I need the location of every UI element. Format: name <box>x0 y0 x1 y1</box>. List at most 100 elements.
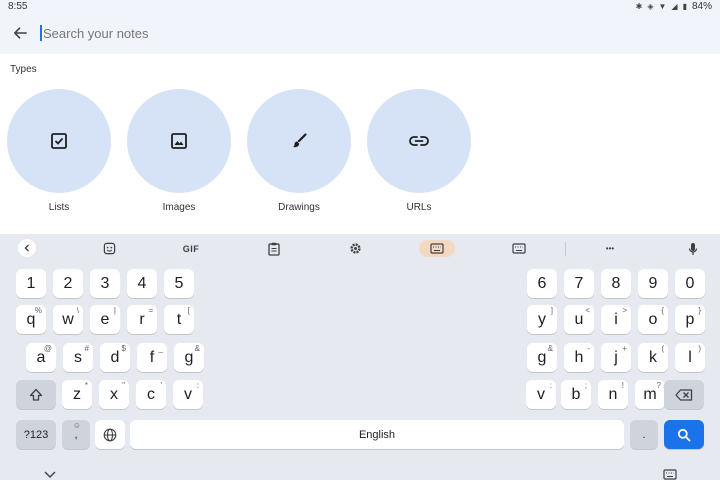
hide-keyboard-icon[interactable] <box>44 471 56 478</box>
collapse-toolbar-button[interactable] <box>18 239 36 257</box>
key-6[interactable]: 6 <box>527 269 557 298</box>
key-z[interactable]: z * <box>62 380 92 409</box>
key-8[interactable]: 8 <box>601 269 631 298</box>
comma-key[interactable]: , ☺ <box>62 420 90 449</box>
period-key[interactable]: . <box>630 420 658 449</box>
key-secondary-label: | <box>113 306 116 315</box>
key-label: r <box>139 310 145 328</box>
key-h[interactable]: h- <box>564 343 594 372</box>
key-label: English <box>358 428 396 441</box>
keyboard-mode-icon <box>512 243 526 254</box>
key-c[interactable]: c ' <box>136 380 166 409</box>
key-w[interactable]: w \ <box>53 305 83 334</box>
key-0[interactable]: 0 <box>675 269 705 298</box>
key-secondary-label: [ <box>187 306 190 315</box>
key-g-right[interactable]: g & <box>527 343 557 372</box>
key-7[interactable]: 7 <box>564 269 594 298</box>
key-q[interactable]: q% <box>16 305 46 334</box>
key-x[interactable]: x " <box>99 380 129 409</box>
key-label: 6 <box>537 274 547 292</box>
key-secondary-label: ) <box>698 344 701 353</box>
floating-keyboard-button[interactable] <box>419 240 455 257</box>
key-t[interactable]: t[ <box>164 305 194 334</box>
more-button[interactable]: ••• <box>600 240 620 257</box>
keyboard-toolbar: GIF ••• <box>0 234 720 262</box>
key-v-right[interactable]: v: <box>526 380 556 409</box>
shift-key[interactable] <box>16 380 56 409</box>
space-key[interactable]: English <box>130 420 624 449</box>
language-key[interactable] <box>95 420 125 449</box>
key-secondary-label: \ <box>76 306 79 315</box>
key-9[interactable]: 9 <box>638 269 668 298</box>
key-m[interactable]: m? <box>635 380 665 409</box>
gif-button[interactable]: GIF <box>180 240 202 257</box>
key-secondary-label: $ <box>121 344 126 353</box>
key-b[interactable]: b; <box>561 380 591 409</box>
wifi-icon: ▼ <box>658 1 667 11</box>
soft-keyboard: GIF ••• 1 2 3 4 5 6 7 8 9 0 q% w \ e | r = t[y] u < i > o{p} a @… <box>0 234 720 480</box>
key-label: 1 <box>26 274 36 292</box>
key-l[interactable]: l) <box>675 343 705 372</box>
search-action-key[interactable] <box>664 420 704 449</box>
key-d[interactable]: d $ <box>100 343 130 372</box>
arrow-back-icon <box>13 27 27 39</box>
key-e[interactable]: e | <box>90 305 120 334</box>
key-label: 4 <box>137 274 147 292</box>
key-3[interactable]: 3 <box>90 269 120 298</box>
key-secondary-label: ( <box>661 344 664 353</box>
split-keyboard-button[interactable] <box>510 240 528 257</box>
voice-input-button[interactable] <box>684 240 702 257</box>
settings-button[interactable] <box>346 240 364 257</box>
type-images-chip <box>127 89 231 193</box>
symbols-key[interactable]: ?123 <box>16 420 56 449</box>
type-lists[interactable]: Lists <box>6 89 112 213</box>
key-s[interactable]: s # <box>63 343 93 372</box>
type-drawings[interactable]: Drawings <box>246 89 352 213</box>
key-f[interactable]: f _ <box>137 343 167 372</box>
type-urls[interactable]: URLs <box>366 89 472 213</box>
key-p[interactable]: p} <box>675 305 705 334</box>
type-images-label: Images <box>162 202 196 213</box>
battery-level: 84% <box>691 0 712 12</box>
key-label: d <box>110 348 120 366</box>
key-g[interactable]: g & <box>174 343 204 372</box>
signal-icon: ◢ <box>671 1 678 11</box>
key-2[interactable]: 2 <box>53 269 83 298</box>
key-label: l <box>688 348 692 366</box>
key-r[interactable]: r = <box>127 305 157 334</box>
key-u[interactable]: u < <box>564 305 594 334</box>
key-v[interactable]: v: <box>173 380 203 409</box>
brush-icon <box>293 133 307 148</box>
key-n[interactable]: n! <box>598 380 628 409</box>
key-secondary-label: ? <box>656 381 661 390</box>
search-input[interactable] <box>43 25 443 41</box>
key-label: v <box>184 385 192 403</box>
key-secondary-label: < <box>585 306 590 315</box>
key-a[interactable]: a @ <box>26 343 56 372</box>
sticker-button[interactable] <box>100 240 118 257</box>
clipboard-button[interactable] <box>265 240 283 257</box>
key-5[interactable]: 5 <box>164 269 194 298</box>
key-i[interactable]: i > <box>601 305 631 334</box>
gear-icon <box>349 243 361 254</box>
keyboard-icon <box>430 243 444 254</box>
type-lists-chip <box>7 89 111 193</box>
key-secondary-label: & <box>194 344 200 353</box>
type-drawings-label: Drawings <box>278 202 320 213</box>
key-o[interactable]: o{ <box>638 305 668 334</box>
back-button[interactable] <box>0 12 40 54</box>
bluetooth-icon: ✱ <box>635 1 643 11</box>
keyboard-switch-icon[interactable] <box>663 469 677 480</box>
type-images[interactable]: Images <box>126 89 232 213</box>
key-secondary-label: : <box>196 381 199 390</box>
key-y[interactable]: y] <box>527 305 557 334</box>
backspace-key[interactable] <box>664 380 704 409</box>
key-label: f <box>149 348 155 366</box>
key-label: e <box>100 310 110 328</box>
key-k[interactable]: k( <box>638 343 668 372</box>
key-4[interactable]: 4 <box>127 269 157 298</box>
key-1[interactable]: 1 <box>16 269 46 298</box>
key-label: i <box>614 310 618 328</box>
key-j[interactable]: j + <box>601 343 631 372</box>
key-label: m <box>643 385 657 403</box>
